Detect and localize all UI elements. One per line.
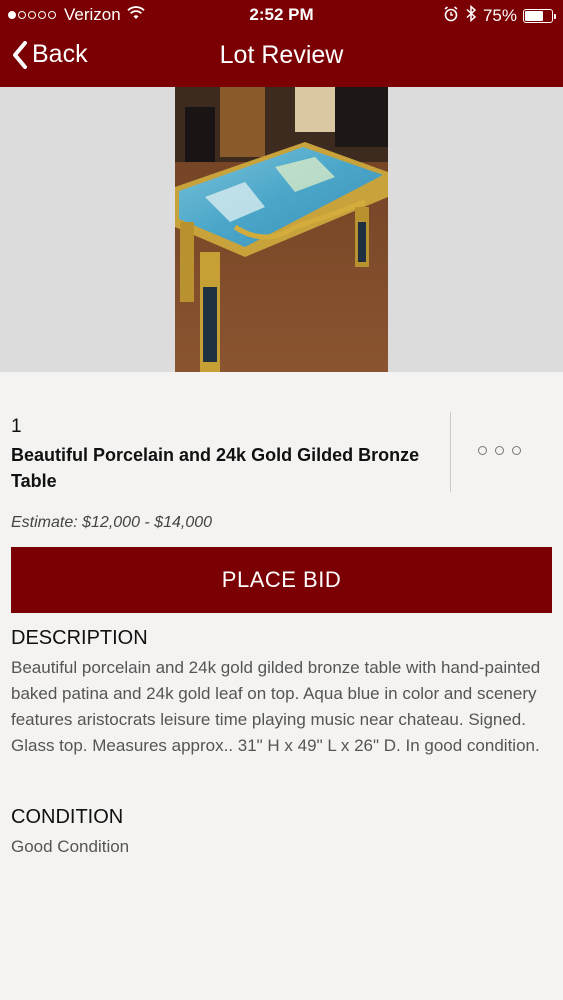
description-text: Beautiful porcelain and 24k gold gilded …: [11, 658, 541, 755]
navigation-bar: Back Lot Review: [0, 30, 563, 87]
bluetooth-icon: [465, 4, 477, 27]
lot-photo[interactable]: [175, 87, 388, 372]
page-title: Lot Review: [219, 41, 344, 69]
lot-estimate: Estimate: $12,000 - $14,000: [11, 514, 213, 531]
condition-heading: CONDITION: [11, 806, 124, 828]
description-heading: DESCRIPTION: [11, 627, 148, 649]
lot-title: Beautiful Porcelain and 24k Gold Gilded …: [11, 445, 420, 491]
alarm-icon: [443, 5, 459, 27]
status-bar: Verizon 2:52 PM 75%: [0, 0, 563, 30]
more-options-icon[interactable]: [478, 446, 529, 455]
place-bid-button[interactable]: PLACE BID: [11, 547, 552, 613]
condition-text: Good Condition: [11, 837, 130, 856]
battery-icon: [523, 9, 556, 23]
lot-number: 1: [11, 416, 22, 437]
app-header: Verizon 2:52 PM 75% Back Lot Review: [0, 0, 563, 87]
battery-percent: 75%: [482, 6, 517, 25]
lot-image-area: [0, 87, 563, 372]
divider: [450, 412, 451, 492]
